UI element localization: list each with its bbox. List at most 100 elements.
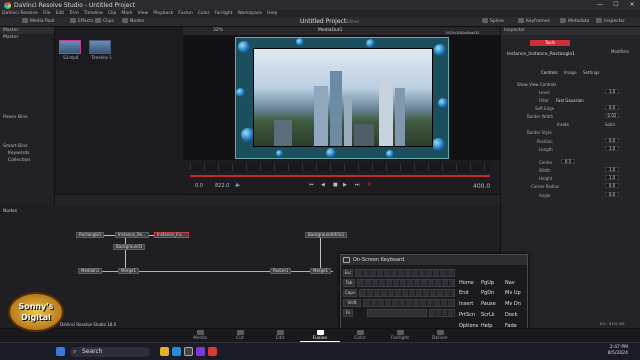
keyframes-button[interactable]: Keyframes — [518, 18, 550, 26]
key-tab[interactable]: Tab — [343, 279, 355, 287]
maximize-button[interactable]: ☐ — [608, 0, 624, 10]
level-value[interactable]: 1.0 — [605, 89, 619, 94]
key-mv-up[interactable]: Mv Up — [505, 289, 525, 298]
key-insert[interactable]: Insert — [459, 300, 479, 309]
node-merge1[interactable]: Merge1 — [118, 268, 140, 274]
taskbar-search[interactable]: Search — [70, 347, 150, 357]
key-prtscn[interactable]: PrtScn — [459, 311, 479, 320]
menu-clip[interactable]: Clip — [108, 11, 117, 16]
stop-icon[interactable]: ■ — [333, 182, 338, 188]
key-space[interactable] — [367, 309, 427, 317]
page-media[interactable]: Media — [180, 330, 220, 341]
menu-color[interactable]: Color — [198, 11, 210, 16]
key-caps[interactable]: Caps — [343, 289, 357, 297]
key-row-zxcv[interactable] — [363, 299, 455, 307]
effects-button[interactable]: Effects — [70, 18, 93, 26]
nodes-button[interactable]: Nodes — [122, 18, 144, 26]
length-value[interactable]: 1.0 — [605, 146, 619, 151]
menu-help[interactable]: Help — [267, 11, 277, 16]
key-shift[interactable]: Shift — [343, 299, 361, 307]
smart-bin-keywords[interactable]: Keywords — [0, 150, 54, 157]
app-icon[interactable] — [196, 347, 205, 356]
go-to-end-icon[interactable]: ⏭ — [355, 182, 360, 188]
node-merge1-output[interactable]: Merge1 — [310, 268, 332, 274]
resolve-taskbar-icon[interactable] — [184, 347, 193, 356]
menu-resolve[interactable]: DaVinci Resolve — [2, 11, 38, 16]
key-pause[interactable]: Pause — [481, 300, 501, 309]
go-to-start-icon[interactable]: ⏮ — [309, 182, 314, 188]
timeline-thumbnail[interactable] — [89, 40, 111, 54]
key-esc[interactable]: Esc — [343, 269, 353, 277]
step-back-icon[interactable]: ◀ — [321, 182, 325, 188]
key-home[interactable]: Home — [459, 279, 479, 288]
node-instance-inc[interactable]: Instance_Inc... — [154, 232, 189, 238]
menu-file[interactable]: File — [43, 11, 51, 16]
clip-thumbnail[interactable] — [59, 40, 81, 54]
key-pgup[interactable]: PgUp — [481, 279, 501, 288]
soft-edge-value[interactable]: 0.0 — [605, 105, 619, 110]
media-pool-button[interactable]: Media Pool — [22, 18, 54, 26]
menu-trim[interactable]: Trim — [69, 11, 79, 16]
border-style-solid[interactable]: Solid — [605, 122, 615, 127]
page-color[interactable]: Color — [340, 330, 380, 341]
app-icon[interactable] — [208, 347, 217, 356]
key-pgdn[interactable]: PgDn — [481, 289, 501, 298]
key-row-arrows[interactable] — [429, 309, 455, 317]
smart-bin-collection[interactable]: Collection — [0, 157, 54, 164]
key-end[interactable]: End — [459, 289, 479, 298]
menu-edit[interactable]: Edit — [55, 11, 64, 16]
menu-fairlight[interactable]: Fairlight — [214, 11, 232, 16]
settings-subtab[interactable]: Settings — [583, 70, 599, 75]
close-button[interactable]: ✕ — [624, 0, 640, 10]
menu-view[interactable]: View — [138, 11, 149, 16]
height-value[interactable]: 1.0 — [605, 175, 619, 180]
node-mediain1[interactable]: MediaIn1 — [78, 268, 103, 274]
page-edit[interactable]: Edit — [260, 330, 300, 341]
end-time[interactable]: 400.0 — [473, 183, 490, 190]
inspector-button[interactable]: Inspector — [596, 18, 625, 26]
key-row-qwerty[interactable] — [357, 279, 455, 287]
border-style-inside[interactable]: Inside — [557, 122, 569, 127]
node-rectangle1[interactable]: Rectangle1 — [76, 232, 105, 238]
page-cut[interactable]: Cut — [220, 330, 260, 341]
file-explorer-icon[interactable] — [160, 347, 169, 356]
node-resize1[interactable]: Resize1 — [270, 268, 292, 274]
clips-button[interactable]: Clips — [95, 18, 114, 26]
spline-button[interactable]: Spline — [482, 18, 504, 26]
start-time[interactable]: 0.0 — [195, 183, 203, 189]
key-row-number[interactable] — [355, 269, 455, 277]
center-x-value[interactable]: 0.5 — [561, 159, 575, 164]
position-value[interactable]: 0.0 — [605, 138, 619, 143]
time-ruler[interactable] — [190, 163, 490, 171]
browser-icon[interactable] — [172, 347, 181, 356]
system-clock[interactable]: 2:47 PM 8/5/2024 — [608, 345, 628, 357]
page-deliver[interactable]: Deliver — [420, 330, 460, 341]
current-time[interactable]: 822.0 — [215, 183, 229, 189]
modifiers-tab[interactable]: Modifiers — [611, 49, 629, 54]
key-fn[interactable]: Fn — [343, 309, 353, 317]
minimize-button[interactable]: — — [592, 0, 608, 10]
node-background1[interactable]: Background1 — [113, 244, 146, 250]
key-nav[interactable]: Nav — [505, 279, 525, 288]
page-fusion[interactable]: Fusion — [300, 330, 340, 342]
audio-icon[interactable]: 🔈 — [235, 182, 241, 188]
menu-mark[interactable]: Mark — [121, 11, 132, 16]
menu-fusion[interactable]: Fusion — [178, 11, 192, 16]
start-icon[interactable] — [56, 347, 65, 356]
key-row-asdf[interactable] — [359, 289, 455, 297]
controls-subtab[interactable]: Controls — [541, 70, 558, 75]
width-value[interactable]: 1.0 — [605, 167, 619, 172]
play-icon[interactable]: ▶ — [343, 182, 347, 188]
key-scrlk[interactable]: ScrLk — [481, 311, 501, 320]
page-fairlight[interactable]: Fairlight — [380, 330, 420, 341]
angle-value[interactable]: 0.0 — [605, 192, 619, 197]
bin-master[interactable]: Master — [0, 34, 54, 41]
menu-workspace[interactable]: Workspace — [237, 11, 262, 16]
key-mv-dn[interactable]: Mv Dn — [505, 300, 525, 309]
menu-playback[interactable]: Playback — [153, 11, 173, 16]
show-view-controls-checkbox[interactable]: Show View Controls — [517, 82, 556, 87]
tools-tab[interactable]: Tools — [530, 40, 570, 46]
image-subtab[interactable]: Image — [564, 70, 577, 75]
loop-icon[interactable]: ⟲ — [367, 182, 371, 188]
border-width-value[interactable]: 0.02 — [605, 113, 619, 118]
